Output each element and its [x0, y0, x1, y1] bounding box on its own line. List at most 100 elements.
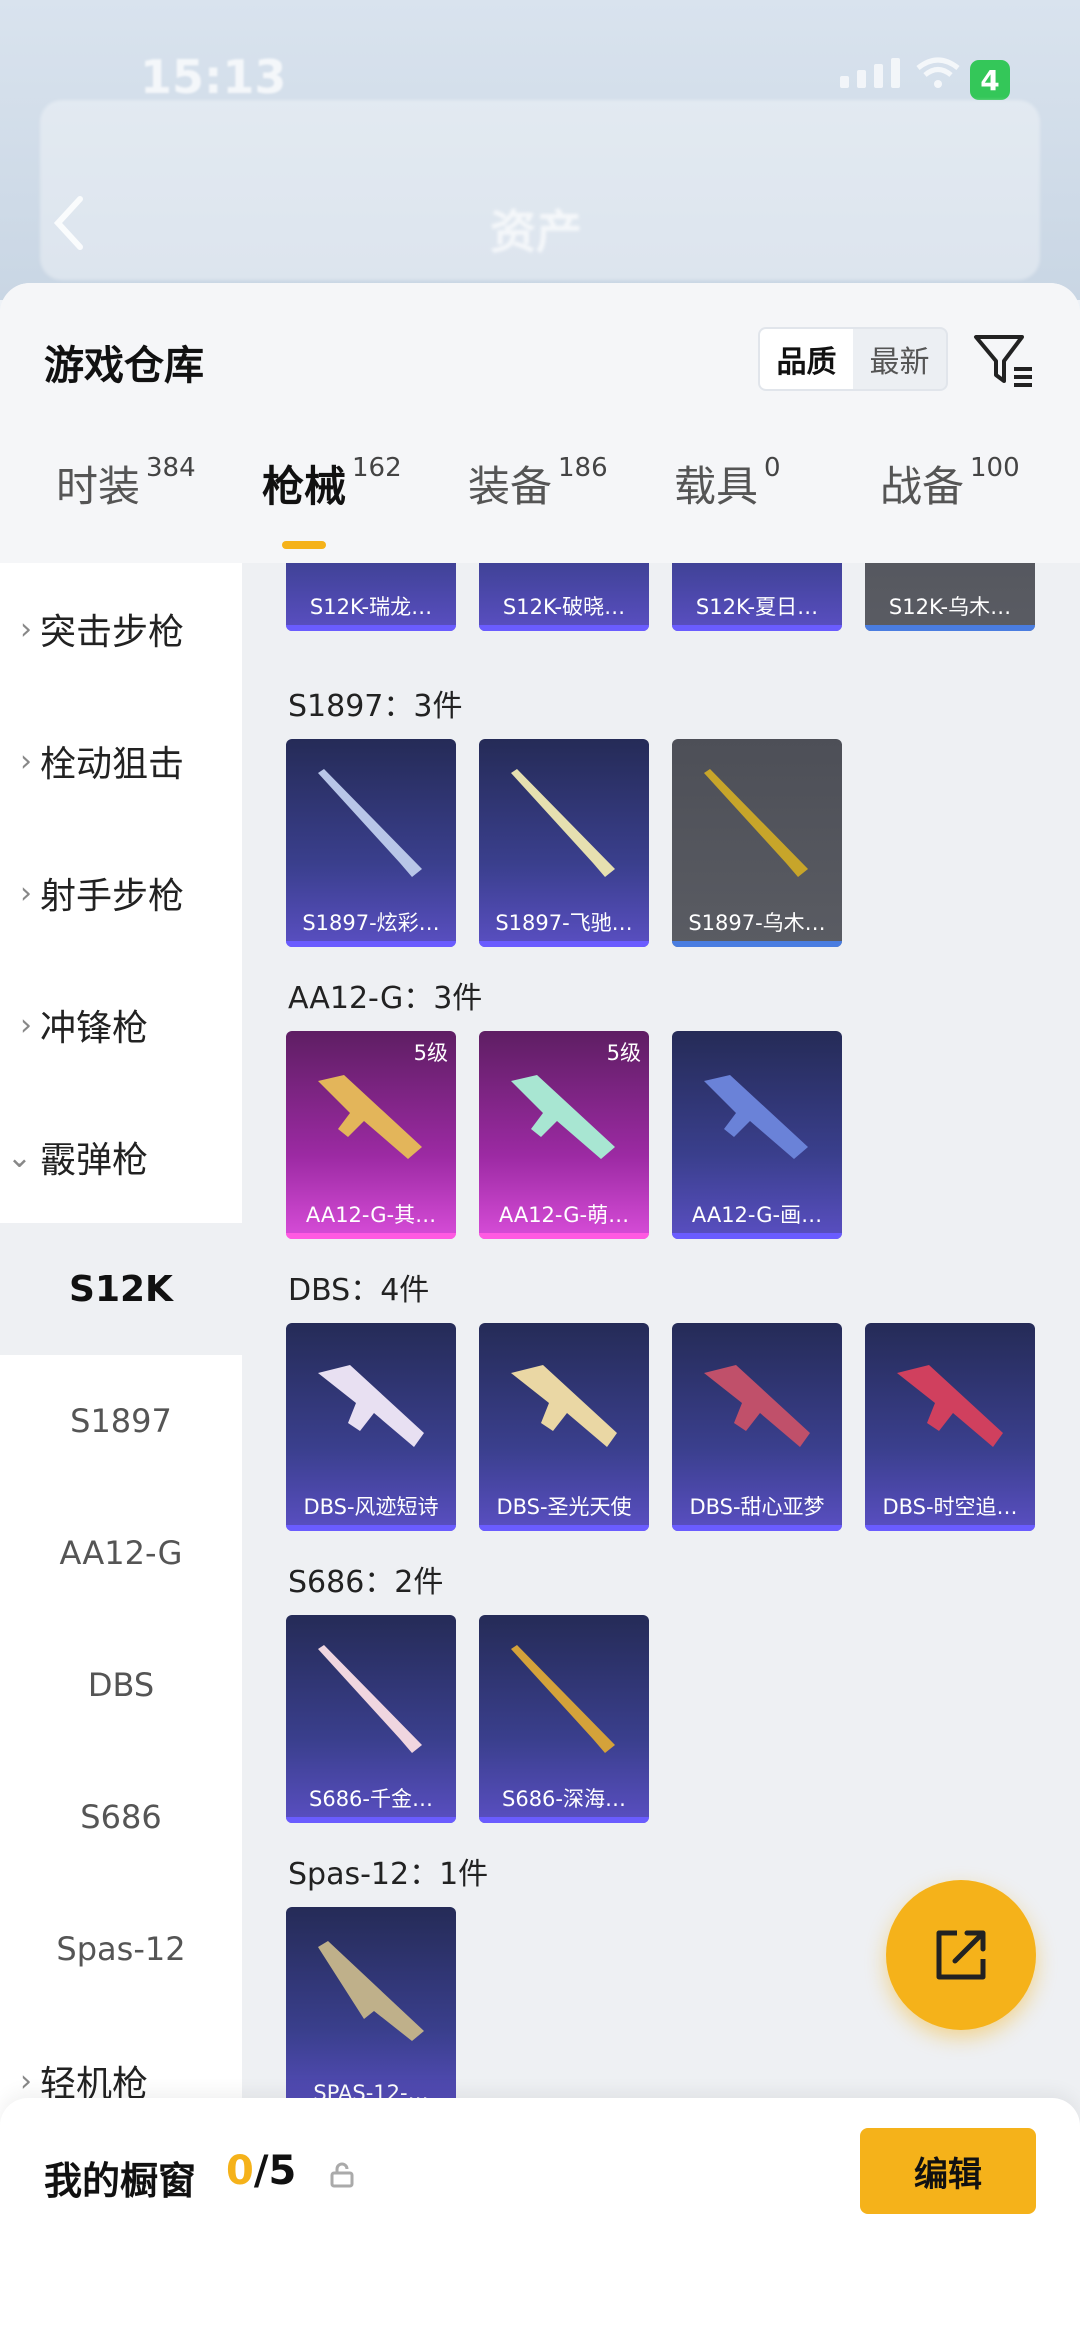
skin-name: AA12-G-其… [305, 1203, 437, 1227]
share-icon [936, 1930, 986, 1980]
sidebar-item-bolt[interactable]: › 栓动狙击 [0, 695, 242, 827]
skin-card[interactable]: S1897-炫彩… [286, 739, 456, 947]
skin-card[interactable]: S1897-乌木… [672, 739, 842, 947]
rifle-icon [511, 1075, 615, 1159]
signal-icon [840, 58, 900, 88]
tab-equipment[interactable]: 装备 186 [468, 453, 608, 514]
sidebar-subitem-dbs[interactable]: DBS [0, 1619, 242, 1751]
status-bar: 15:13 4 [0, 0, 1080, 110]
skin-name: S12K-乌木… [888, 595, 1012, 619]
category-sidebar: › 突击步枪 › 栓动狙击 › 射手步枪 › 冲锋枪 ⌄ 霰弹枪 S12K S1… [0, 563, 242, 2341]
shotgun-icon [318, 1645, 422, 1753]
rarity-strip [865, 1525, 1035, 1531]
shotgun-icon [318, 1365, 424, 1447]
chevron-right-icon: › [20, 2063, 32, 2099]
sidebar-subitem-s1897[interactable]: S1897 [0, 1355, 242, 1487]
skin-name: S686-深海… [502, 1787, 626, 1811]
skin-name: AA12-G-画… [691, 1203, 823, 1227]
rifle-icon [690, 563, 824, 573]
sidebar-item-label: 霰弹枪 [40, 1140, 149, 1181]
skin-card[interactable]: S12K-乌木… [865, 563, 1035, 631]
sort-newest-button[interactable]: 最新 [853, 329, 946, 389]
active-tab-indicator [282, 541, 326, 549]
share-button[interactable] [886, 1880, 1036, 2030]
tab-label: 战备 [880, 462, 965, 511]
skin-card[interactable]: DBS-时空追… [865, 1323, 1035, 1531]
group-title: S686：2件 [288, 1565, 444, 1600]
skin-card[interactable]: S1897-飞驰… [479, 739, 649, 947]
tab-fashion[interactable]: 时装 384 [56, 453, 196, 514]
rarity-strip [672, 1525, 842, 1531]
tab-vehicles[interactable]: 载具 0 [674, 453, 781, 514]
skin-card[interactable]: DBS-圣光天使 [479, 1323, 649, 1531]
rarity-strip [865, 625, 1035, 631]
skin-card[interactable]: S686-深海… [479, 1615, 649, 1823]
sidebar-item-smg[interactable]: › 冲锋枪 [0, 959, 242, 1091]
showcase-used: 0 [226, 2148, 254, 2194]
rarity-strip [286, 625, 456, 631]
skin-card[interactable]: S12K-瑞龙… [286, 563, 456, 631]
rarity-strip [479, 625, 649, 631]
tab-count: 0 [764, 453, 781, 483]
wifi-icon [916, 57, 960, 88]
skin-name: S1897-飞驰… [495, 911, 633, 935]
showcase-title: 我的橱窗 [44, 2159, 197, 2203]
skin-name: DBS-圣光天使 [496, 1495, 632, 1519]
category-tabs: 时装 384 枪械 162 装备 186 载具 0 战备 100 [0, 453, 1080, 563]
skin-name: DBS-甜心亚梦 [689, 1495, 825, 1519]
chevron-down-icon: ⌄ [6, 1139, 32, 1175]
rifle-icon [304, 563, 438, 573]
sidebar-item-label: 栓动狙击 [40, 744, 185, 785]
skin-name: S12K-夏日… [695, 595, 819, 619]
sidebar-item-shotgun[interactable]: ⌄ 霰弹枪 [0, 1091, 242, 1223]
sidebar-item-label: 冲锋枪 [40, 1008, 149, 1049]
tab-guns[interactable]: 枪械 162 [262, 453, 402, 514]
skin-card[interactable]: S12K-破晓… [479, 563, 649, 631]
rarity-strip [672, 625, 842, 631]
skin-card[interactable]: S12K-夏日… [672, 563, 842, 631]
skin-card[interactable]: 5级 AA12-G-其… [286, 1031, 456, 1239]
sidebar-subitem-spas12[interactable]: Spas-12 [0, 1883, 242, 2015]
skin-card[interactable]: AA12-G-画… [672, 1031, 842, 1239]
tab-label: 枪械 [262, 462, 347, 511]
skin-name: S686-千金… [309, 1787, 433, 1811]
group-title: S1897：3件 [288, 689, 463, 724]
tab-count: 384 [146, 453, 196, 483]
rifle-icon [704, 1075, 808, 1159]
rarity-strip [286, 1233, 456, 1239]
shotgun-icon [511, 769, 615, 877]
rarity-strip [479, 941, 649, 947]
rifle-icon [497, 563, 631, 573]
chevron-right-icon: › [20, 875, 32, 911]
sidebar-subitem-aa12g[interactable]: AA12-G [0, 1487, 242, 1619]
sidebar-item-marksman[interactable]: › 射手步枪 [0, 827, 242, 959]
skin-card[interactable]: 5级 AA12-G-萌… [479, 1031, 649, 1239]
back-icon[interactable] [50, 195, 90, 251]
tab-label: 时装 [56, 462, 141, 511]
tab-supplies[interactable]: 战备 100 [880, 453, 1020, 514]
skin-card[interactable]: DBS-甜心亚梦 [672, 1323, 842, 1531]
rarity-strip [479, 1525, 649, 1531]
shotgun-icon [318, 1941, 424, 2041]
sidebar-subitem-s12k[interactable]: S12K [0, 1223, 242, 1355]
filter-icon[interactable] [972, 327, 1036, 391]
sidebar-subitem-s686[interactable]: S686 [0, 1751, 242, 1883]
showcase-count: 0/5 [226, 2148, 296, 2194]
sort-quality-button[interactable]: 品质 [760, 329, 853, 389]
skin-card[interactable]: S686-千金… [286, 1615, 456, 1823]
shotgun-icon [704, 1365, 810, 1447]
skin-card[interactable]: DBS-风迹短诗 [286, 1323, 456, 1531]
skin-card[interactable]: SPAS-12-… [286, 1907, 456, 2115]
skin-name: DBS-时空追… [882, 1495, 1018, 1519]
edit-button[interactable]: 编辑 [860, 2128, 1036, 2214]
rifle-icon [883, 563, 1017, 573]
tab-label: 载具 [674, 462, 759, 511]
sidebar-item-label: 突击步枪 [40, 612, 185, 653]
shotgun-icon [511, 1645, 615, 1753]
tab-count: 186 [558, 453, 608, 483]
rarity-strip [479, 1233, 649, 1239]
sort-toggle: 品质 最新 [758, 327, 948, 391]
sidebar-item-label: 射手步枪 [40, 876, 185, 917]
sidebar-item-assault[interactable]: › 突击步枪 [0, 563, 242, 695]
sheet-header: 游戏仓库 品质 最新 时装 384 枪械 162 装备 186 载具 0 战备 … [0, 283, 1080, 563]
